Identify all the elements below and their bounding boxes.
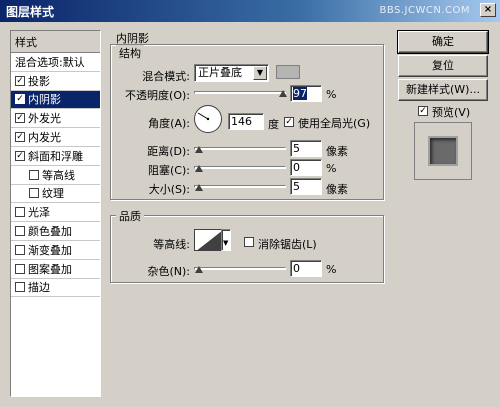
- style-item-label: 内阴影: [28, 93, 61, 107]
- style-item-checkbox[interactable]: ✓: [15, 94, 25, 105]
- style-item[interactable]: 描边: [11, 279, 100, 298]
- chevron-down-icon: ▼: [253, 66, 267, 80]
- close-button[interactable]: ×: [480, 3, 496, 17]
- noise-unit: %: [326, 263, 337, 276]
- size-label: 大小(S):: [148, 183, 190, 196]
- opacity-slider[interactable]: [194, 91, 286, 94]
- style-item[interactable]: 颜色叠加: [11, 222, 100, 241]
- style-item-checkbox[interactable]: [15, 226, 25, 237]
- angle-needle-icon: [197, 112, 210, 121]
- style-item-checkbox[interactable]: ✓: [15, 113, 25, 124]
- style-item-label: 颜色叠加: [28, 225, 72, 239]
- ok-button[interactable]: 确定: [397, 30, 489, 54]
- style-item-checkbox[interactable]: ✓: [15, 132, 25, 143]
- opacity-label: 不透明度(O):: [125, 89, 190, 102]
- preview-checkbox[interactable]: ✓: [418, 106, 428, 116]
- size-slider-thumb[interactable]: [195, 184, 203, 191]
- angle-unit: 度: [268, 118, 279, 131]
- shadow-color-swatch[interactable]: [276, 65, 300, 79]
- distance-label: 距离(D):: [147, 145, 190, 158]
- antialias-checkbox[interactable]: [244, 237, 254, 247]
- style-item-checkbox[interactable]: [15, 282, 25, 293]
- distance-input[interactable]: 5: [290, 140, 322, 157]
- style-item[interactable]: ✓ 投影: [11, 72, 100, 91]
- preview-thumbnail: [428, 136, 458, 166]
- angle-dial[interactable]: [194, 105, 222, 133]
- styles-list: 样式 混合选项:默认 ✓ 投影 ✓ 内阴影 ✓ 外发光 ✓ 内发光 ✓ 斜面和浮雕 等高线 纹理 光泽 颜色…: [10, 30, 101, 397]
- noise-slider[interactable]: [194, 267, 286, 270]
- styles-header[interactable]: 样式: [11, 31, 100, 53]
- blend-mode-value: 正片叠底: [198, 66, 242, 79]
- antialias-label: 消除锯齿(L): [258, 238, 317, 251]
- quality-title: 品质: [116, 208, 144, 224]
- noise-slider-thumb[interactable]: [195, 266, 203, 273]
- blend-mode-label: 混合模式:: [142, 70, 190, 83]
- global-light-label: 使用全局光(G): [298, 117, 371, 130]
- structure-title: 结构: [116, 45, 144, 61]
- size-input[interactable]: 5: [290, 178, 322, 195]
- opacity-slider-thumb[interactable]: [279, 90, 288, 97]
- style-item-checkbox[interactable]: [29, 188, 39, 199]
- style-item[interactable]: ✓ 外发光: [11, 109, 100, 129]
- style-item[interactable]: 光泽: [11, 203, 100, 223]
- style-item[interactable]: 等高线: [11, 166, 100, 185]
- contour-curve-icon: [197, 231, 221, 250]
- opacity-input[interactable]: 97: [290, 85, 322, 102]
- reset-button[interactable]: 复位: [398, 55, 488, 77]
- style-item-label: 描边: [28, 281, 50, 295]
- distance-unit: 像素: [326, 145, 348, 158]
- style-item[interactable]: 图案叠加: [11, 260, 100, 279]
- title-bar: 图层样式 BBS.JCWCN.COM ×: [0, 0, 500, 22]
- style-item-checkbox[interactable]: [15, 244, 25, 255]
- style-item-checkbox[interactable]: [15, 207, 25, 218]
- size-unit: 像素: [326, 183, 348, 196]
- distance-slider[interactable]: [194, 147, 286, 150]
- contour-preview[interactable]: [194, 229, 222, 251]
- styles-header-label: 样式: [15, 35, 37, 49]
- contour-dropdown[interactable]: ▼: [221, 229, 231, 251]
- style-item[interactable]: 渐变叠加: [11, 241, 100, 260]
- style-item-checkbox[interactable]: [29, 169, 39, 180]
- style-item-label: 外发光: [28, 112, 61, 126]
- choke-slider[interactable]: [194, 166, 286, 169]
- style-item-label: 投影: [28, 74, 50, 88]
- style-item-label: 纹理: [42, 187, 64, 201]
- preview-label: 预览(V): [432, 106, 471, 119]
- size-slider[interactable]: [194, 185, 286, 188]
- style-item[interactable]: 纹理: [11, 185, 100, 204]
- noise-input[interactable]: 0: [290, 260, 322, 277]
- style-item-label: 等高线: [42, 168, 75, 182]
- style-item-checkbox[interactable]: [15, 263, 25, 274]
- style-item-label: 混合选项:默认: [15, 55, 85, 69]
- contour-label: 等高线:: [153, 238, 190, 251]
- noise-label: 杂色(N):: [147, 265, 190, 278]
- choke-unit: %: [326, 162, 337, 175]
- opacity-unit: %: [326, 88, 337, 101]
- new-style-button[interactable]: 新建样式(W)...: [398, 79, 488, 101]
- angle-input[interactable]: 146: [228, 113, 264, 130]
- watermark-text: BBS.JCWCN.COM: [379, 5, 470, 16]
- style-item-label: 渐变叠加: [28, 243, 72, 257]
- choke-slider-thumb[interactable]: [195, 165, 203, 172]
- style-item-label: 光泽: [28, 206, 50, 220]
- style-item[interactable]: ✓ 内阴影: [11, 90, 100, 110]
- choke-input[interactable]: 0: [290, 159, 322, 176]
- style-item-label: 图案叠加: [28, 262, 72, 276]
- style-item-label: 斜面和浮雕: [28, 149, 83, 163]
- style-item-label: 内发光: [28, 131, 61, 145]
- style-item-checkbox[interactable]: ✓: [15, 75, 25, 86]
- choke-label: 阻塞(C):: [148, 164, 190, 177]
- style-item-checkbox[interactable]: ✓: [15, 150, 25, 161]
- style-item[interactable]: ✓ 内发光: [11, 128, 100, 147]
- chevron-down-icon: ▼: [223, 239, 229, 247]
- distance-slider-thumb[interactable]: [195, 146, 203, 153]
- style-item[interactable]: ✓ 斜面和浮雕: [11, 147, 100, 166]
- angle-label: 角度(A):: [148, 117, 190, 130]
- window-title: 图层样式: [6, 4, 55, 19]
- blend-mode-select[interactable]: 正片叠底 ▼: [194, 64, 269, 82]
- style-item[interactable]: 混合选项:默认: [11, 53, 100, 72]
- global-light-checkbox[interactable]: ✓: [284, 117, 294, 127]
